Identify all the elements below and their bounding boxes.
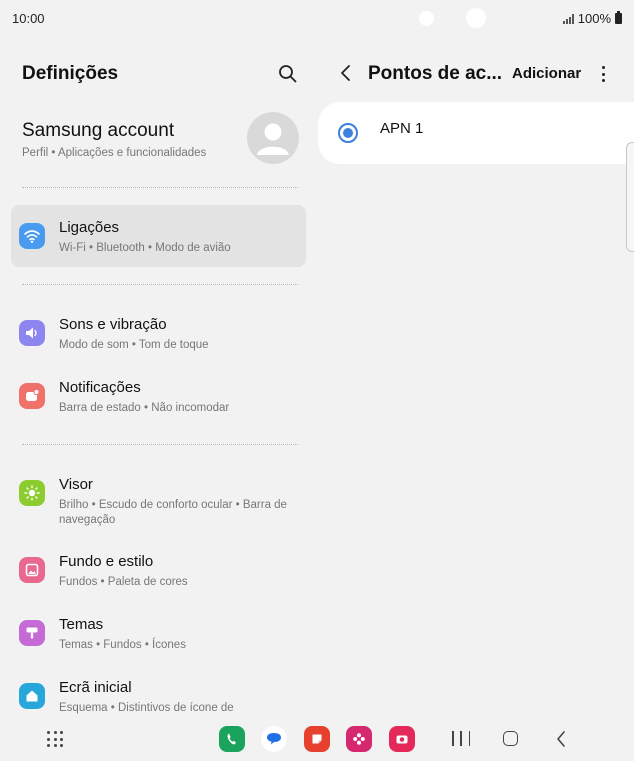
apn-radio-button[interactable] [338,123,358,143]
apn-label: APN 1 [380,120,424,137]
settings-item-title: Notificações [59,379,141,396]
camera-app-icon[interactable] [389,726,415,752]
settings-item-title: Sons e vibração [59,316,167,333]
settings-item-notificacoes[interactable]: Notificações Barra de estado • Não incom… [11,365,306,427]
back-button[interactable] [338,63,354,83]
recents-button[interactable] [452,731,470,747]
gallery-app-icon[interactable] [346,726,372,752]
settings-item-subtitle: Wi-Fi • Bluetooth • Modo de avião [59,242,231,254]
page-title: Definições [22,63,119,84]
phone-app-icon[interactable] [219,726,245,752]
settings-item-title: Ligações [59,219,120,236]
settings-pane: Definições Samsung account Perfil • Apli… [0,36,316,716]
settings-item-title: Temas [59,616,104,633]
divider [22,444,298,445]
notification-icon [19,383,45,409]
access-points-pane: Pontos de ac... Adicionar APN 1 [316,36,634,716]
account-name: Samsung account [22,120,175,141]
camera-cutout [466,8,486,28]
home-button[interactable] [503,731,518,746]
nav-back-button[interactable] [554,729,568,749]
search-icon [279,65,297,83]
edge-panel-handle[interactable] [626,142,634,252]
settings-item-title: Fundo e estilo [59,553,154,570]
chevron-left-icon [341,65,350,81]
settings-item-fundo[interactable]: Fundo e estilo Fundos • Paleta de cores [11,539,306,601]
brightness-icon [19,480,45,506]
apn-list-item[interactable]: APN 1 [318,102,634,164]
divider [22,187,298,188]
settings-item-visor[interactable]: Visor Brilho • Escudo de conforto ocular… [11,462,306,534]
divider [22,284,298,285]
more-icon [601,66,605,69]
settings-item-sons[interactable]: Sons e vibração Modo de som • Tom de toq… [11,302,306,364]
messages-app-icon[interactable] [261,726,287,752]
more-options-button[interactable] [598,64,608,84]
status-time: 10:00 [12,11,45,26]
settings-item-subtitle: Temas • Fundos • Ícones [59,639,186,651]
avatar[interactable] [247,112,299,164]
settings-item-subtitle: Esquema • Distintivos de ícone de [59,702,234,714]
signal-icon [562,13,574,24]
user-icon [257,123,289,155]
settings-item-subtitle: Brilho • Escudo de conforto ocular • Bar… [59,499,287,526]
wallpaper-icon [19,557,45,583]
notes-app-icon[interactable] [304,726,330,752]
settings-item-temas[interactable]: Temas Temas • Fundos • Ícones [11,602,306,664]
themes-icon [19,620,45,646]
battery-percent: 100% [577,11,611,26]
back-icon [557,731,565,747]
status-bar: 10:00 100% [0,0,634,36]
samsung-account[interactable]: Samsung account Perfil • Aplicações e fu… [22,112,302,178]
settings-item-subtitle: Fundos • Paleta de cores [59,576,188,588]
apps-grid-icon[interactable] [47,731,63,747]
settings-item-title: Ecrã inicial [59,679,132,696]
taskbar [0,716,634,761]
settings-item-subtitle: Barra de estado • Não incomodar [59,402,230,414]
account-subtitle: Perfil • Aplicações e funcionalidades [22,147,207,159]
wifi-icon [19,223,45,249]
settings-item-subtitle: Modo de som • Tom de toque [59,339,209,351]
add-button[interactable]: Adicionar [512,65,581,82]
status-right: 100% [562,11,622,26]
battery-icon [615,11,622,24]
page-title: Pontos de ac... [368,63,503,84]
home-screen-icon [19,683,45,709]
settings-item-title: Visor [59,476,93,493]
camera-cutout [419,11,434,26]
speaker-icon [19,320,45,346]
settings-item-ligacoes[interactable]: Ligações Wi-Fi • Bluetooth • Modo de avi… [11,205,306,267]
search-button[interactable] [276,62,300,86]
